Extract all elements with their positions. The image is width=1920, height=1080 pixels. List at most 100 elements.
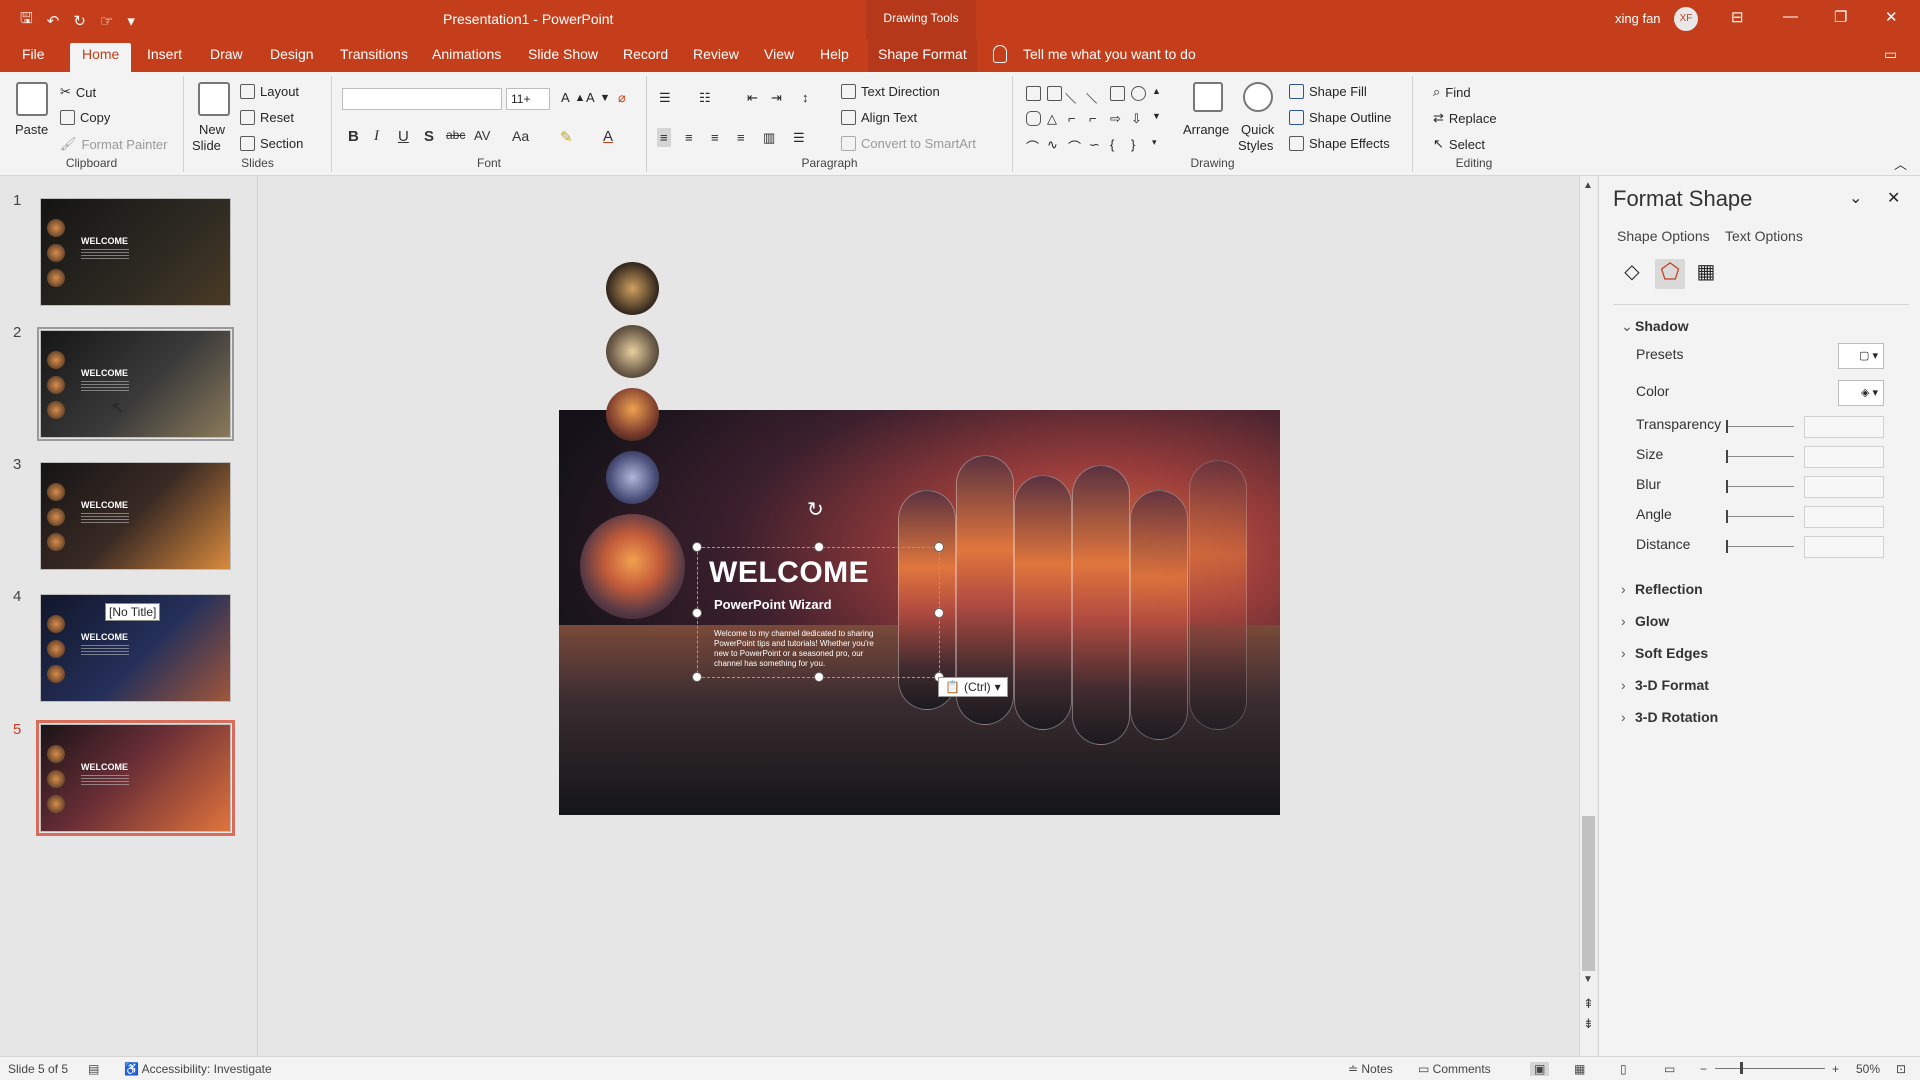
text-direction-button[interactable]: Text Direction <box>841 84 940 99</box>
tab-shape-format[interactable]: Shape Format <box>868 38 977 72</box>
gallery-more-icon[interactable]: ▾ <box>1152 137 1167 152</box>
rounded-rect-shape-icon[interactable] <box>1026 111 1041 127</box>
clear-formatting-icon[interactable]: ⌀ <box>618 90 626 106</box>
accessibility-button[interactable]: ♿ Accessibility: Investigate <box>124 1062 272 1076</box>
format-painter-button[interactable]: 🖌 Format Painter <box>60 136 168 152</box>
resize-handle[interactable] <box>934 608 944 618</box>
3d-format-section[interactable]: › 3-D Format <box>1621 677 1709 693</box>
scribble-shape-icon[interactable]: ∿ <box>1047 137 1062 152</box>
line-spacing-icon[interactable]: ↕ <box>802 90 809 105</box>
pill-image[interactable] <box>1072 465 1130 745</box>
paste-options-button[interactable]: 📋 (Ctrl) ▾ <box>938 677 1008 697</box>
save-icon[interactable]: 🖫 <box>20 8 33 33</box>
tab-transitions[interactable]: Transitions <box>340 46 408 62</box>
tab-text-options[interactable]: Text Options <box>1725 228 1803 244</box>
align-right-icon[interactable]: ≡ <box>711 130 719 145</box>
pill-image[interactable] <box>1189 460 1247 730</box>
numbering-icon[interactable]: ☷ <box>699 90 711 106</box>
effects-icon[interactable]: ⬠ <box>1655 259 1685 289</box>
columns-icon[interactable]: ▥ <box>763 130 775 146</box>
new-slide-icon[interactable] <box>198 82 230 116</box>
reading-view-icon[interactable]: ▯ <box>1620 1062 1627 1076</box>
color-dropdown[interactable]: ◈ ▾ <box>1838 380 1884 406</box>
angle-input[interactable] <box>1804 506 1884 528</box>
freeform-shape-icon[interactable]: ⌒ <box>1026 137 1041 155</box>
character-spacing-button[interactable]: AV <box>474 128 490 143</box>
tab-insert[interactable]: Insert <box>147 46 182 62</box>
slide-thumbnail[interactable]: WELCOME <box>37 327 234 441</box>
paste-button[interactable]: Paste <box>15 122 48 137</box>
slide-sorter-icon[interactable]: ▦ <box>1574 1062 1585 1076</box>
decrease-indent-icon[interactable]: ⇤ <box>747 90 758 106</box>
change-case-button[interactable]: Aa <box>512 128 529 144</box>
tab-slide-show[interactable]: Slide Show <box>528 46 598 62</box>
scroll-up-icon[interactable]: ▲ <box>1583 180 1593 191</box>
cut-button[interactable]: ✂ Cut <box>60 84 96 100</box>
shape-outline-button[interactable]: Shape Outline <box>1289 110 1391 125</box>
align-left-icon[interactable]: ≡ <box>657 128 671 147</box>
rectangle-shape-icon[interactable] <box>1110 86 1125 101</box>
resize-handle[interactable] <box>692 672 702 682</box>
resize-handle[interactable] <box>814 672 824 682</box>
zoom-slider-thumb[interactable] <box>1740 1062 1743 1074</box>
tab-record[interactable]: Record <box>623 46 668 62</box>
resize-handle[interactable] <box>934 542 944 552</box>
circle-image[interactable] <box>606 388 659 441</box>
angle-slider[interactable] <box>1726 510 1794 523</box>
zoom-slider[interactable] <box>1715 1068 1825 1069</box>
gallery-up-icon[interactable]: ▲ <box>1152 86 1167 101</box>
pill-image[interactable] <box>1014 475 1072 730</box>
reflection-section[interactable]: › Reflection <box>1621 581 1703 597</box>
restore-icon[interactable]: ❐ <box>1834 8 1847 26</box>
zoom-in-icon[interactable]: + <box>1832 1062 1839 1076</box>
font-size-input[interactable]: 11+ <box>506 88 550 110</box>
italic-button[interactable]: I <box>374 128 379 145</box>
quick-styles-button-line2[interactable]: Styles <box>1238 138 1273 153</box>
customize-qat-icon[interactable]: ▾ <box>127 12 135 30</box>
align-text-button[interactable]: Align Text <box>841 110 917 125</box>
glow-section[interactable]: › Glow <box>1621 613 1669 629</box>
text-shadow-button[interactable]: S <box>424 128 434 145</box>
increase-indent-icon[interactable]: ⇥ <box>771 90 782 106</box>
find-button[interactable]: ⌕ Find <box>1433 84 1471 100</box>
distribute-icon[interactable]: ☰ <box>793 130 805 146</box>
slide-thumbnail-selected[interactable]: WELCOME <box>36 720 235 836</box>
layout-button[interactable]: Layout <box>240 84 299 99</box>
quick-styles-button[interactable]: Quick <box>1241 122 1274 137</box>
tab-shape-options[interactable]: Shape Options <box>1617 228 1710 244</box>
blur-slider[interactable] <box>1726 480 1794 493</box>
circle-image[interactable] <box>606 325 659 378</box>
highlight-icon[interactable]: ✎ <box>560 128 573 146</box>
presets-dropdown[interactable]: ▢ ▾ <box>1838 343 1884 369</box>
circle-image[interactable] <box>606 262 659 315</box>
next-slide-icon[interactable]: ⇟ <box>1583 1016 1594 1032</box>
brace-shape-icon[interactable]: { <box>1110 137 1125 152</box>
font-color-button[interactable]: A <box>603 128 613 145</box>
tell-me-search[interactable]: Tell me what you want to do <box>1023 46 1196 62</box>
scroll-down-icon[interactable]: ▼ <box>1583 974 1593 985</box>
redo-icon[interactable]: ↻ <box>73 12 86 30</box>
connector-shape-icon[interactable]: ⌐ <box>1068 111 1083 126</box>
zoom-level[interactable]: 50% <box>1856 1062 1880 1076</box>
replace-button[interactable]: ⇄ Replace <box>1433 110 1497 126</box>
textbox-shape-icon[interactable] <box>1026 86 1041 101</box>
shadow-section[interactable]: ⌄ Shadow <box>1621 318 1689 335</box>
arrow-right-shape-icon[interactable]: ⇨ <box>1110 111 1125 126</box>
tab-draw[interactable]: Draw <box>210 46 243 62</box>
bold-button[interactable]: B <box>348 128 359 145</box>
arrange-icon[interactable] <box>1193 82 1223 112</box>
vertical-textbox-shape-icon[interactable] <box>1047 86 1062 101</box>
3d-rotation-section[interactable]: › 3-D Rotation <box>1621 709 1718 725</box>
strikethrough-button[interactable]: abc <box>446 128 465 142</box>
underline-button[interactable]: U <box>398 128 409 145</box>
tab-help[interactable]: Help <box>820 46 849 62</box>
close-window-icon[interactable]: ✕ <box>1885 8 1898 26</box>
shape-fill-button[interactable]: Shape Fill <box>1289 84 1367 99</box>
soft-edges-section[interactable]: › Soft Edges <box>1621 645 1708 661</box>
size-input[interactable] <box>1804 446 1884 468</box>
scrollbar-thumb[interactable] <box>1582 816 1595 971</box>
ribbon-display-icon[interactable]: ⊟ <box>1731 8 1744 26</box>
tab-file[interactable]: File <box>22 46 45 62</box>
rotate-icon[interactable]: ↻ <box>807 497 824 522</box>
arrow-down-shape-icon[interactable]: ⇩ <box>1131 111 1146 126</box>
